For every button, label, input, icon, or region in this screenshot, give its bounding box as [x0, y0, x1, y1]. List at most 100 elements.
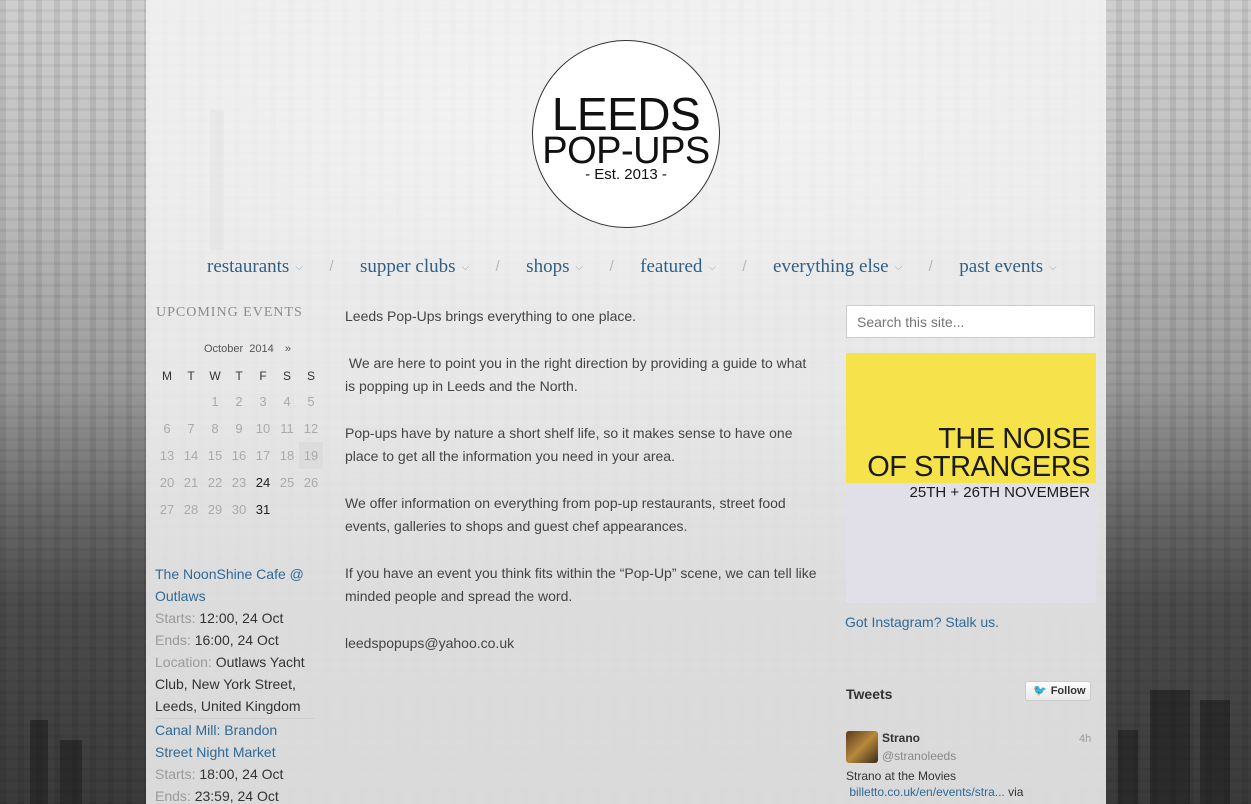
chevron-down-icon: ⌵ — [894, 262, 903, 273]
calendar-day: 25 — [279, 475, 295, 490]
follow-label: Follow — [1050, 685, 1086, 697]
nav-separator: / — [609, 258, 614, 275]
event-ends-label: Ends: — [155, 632, 191, 648]
calendar-day: 17 — [255, 448, 271, 463]
calendar-weekday: F — [259, 369, 267, 383]
avatar[interactable] — [846, 731, 878, 763]
event-item: The NoonShine Cafe @ Outlaws Starts: 12:… — [155, 563, 317, 717]
twitter-bird-icon: 🐦 — [1033, 685, 1047, 697]
tweet-author-handle[interactable]: @stranoleeds — [882, 749, 956, 763]
calendar-day: 16 — [231, 448, 247, 463]
calendar-day: 5 — [307, 394, 315, 409]
instagram-link[interactable]: Got Instagram? Stalk us. — [845, 614, 999, 630]
calendar-day: 18 — [279, 448, 295, 463]
nav-item-shops[interactable]: shops ⌵ — [526, 255, 583, 282]
upcoming-events-list: The NoonShine Cafe @ Outlaws Starts: 12:… — [155, 563, 317, 804]
nav-item-featured[interactable]: featured ⌵ — [640, 255, 716, 282]
nav-item-restaurants[interactable]: restaurants ⌵ — [207, 255, 303, 282]
chevron-down-icon: ⌵ — [575, 262, 584, 273]
intro-paragraph: We are here to point you in the right di… — [345, 355, 811, 394]
calendar-day: 27 — [159, 502, 175, 517]
tweet-link[interactable]: billetto.co.uk/en/events/stra... — [849, 785, 1004, 799]
calendar-weekday: W — [209, 369, 221, 383]
chevron-down-icon: ⌵ — [1049, 262, 1057, 273]
calendar-day — [179, 388, 203, 415]
tweet-via: via — [1004, 785, 1024, 799]
nav-separator: / — [928, 258, 933, 275]
calendar-day: 12 — [303, 421, 319, 436]
noise-of-strangers-banner[interactable]: THE NOISE OF STRANGERS 25TH + 26TH NOVEM… — [846, 353, 1096, 603]
event-location-label: Location: — [155, 654, 212, 670]
calendar-day: 2 — [235, 394, 243, 409]
banner-line-2: OF STRANGERS — [867, 451, 1090, 483]
calendar-day[interactable]: 24 — [251, 469, 275, 496]
search-input[interactable] — [846, 305, 1095, 338]
nav-separator: / — [742, 258, 747, 275]
nav-label: past events — [959, 256, 1044, 277]
calendar-next-link[interactable]: » — [285, 343, 291, 355]
calendar-day — [155, 388, 179, 415]
chevron-down-icon: ⌵ — [708, 262, 716, 273]
calendar-day: 13 — [159, 448, 175, 463]
calendar-day: 21 — [183, 475, 199, 490]
calendar-day: 8 — [211, 421, 219, 436]
banner-line-3: 25TH + 26TH NOVEMBER — [909, 484, 1090, 501]
event-title-link[interactable]: The NoonShine Cafe @ Outlaws — [155, 563, 317, 607]
intro-paragraph: Pop-ups have by nature a short shelf lif… — [345, 425, 793, 464]
calendar-day: 26 — [303, 475, 319, 490]
banner-lilac-block — [846, 483, 1096, 603]
event-starts-label: Starts: — [155, 610, 196, 626]
calendar-day: 30 — [231, 502, 247, 517]
calendar-day: 11 — [280, 421, 294, 436]
upcoming-events-title: UPCOMING EVENTS — [156, 305, 303, 320]
nav-separator: / — [495, 258, 500, 275]
calendar-weekday: S — [282, 369, 291, 383]
calendar-day — [275, 496, 299, 523]
event-item: Canal Mill: Brandon Street Night Market … — [155, 719, 317, 804]
tweet-text: Strano at the Movies billetto.co.uk/en/e… — [846, 768, 1091, 800]
intro-content: Leeds Pop-Ups brings everything to one p… — [345, 305, 820, 679]
chevron-down-icon: ⌵ — [461, 262, 470, 273]
calendar-weekday: S — [306, 369, 315, 383]
event-ends: 16:00, 24 Oct — [194, 632, 279, 648]
chevron-down-icon: ⌵ — [295, 262, 303, 273]
event-ends: 23:59, 24 Oct — [194, 788, 279, 804]
calendar-day — [299, 496, 323, 523]
twitter-follow-button[interactable]: 🐦 Follow — [1025, 681, 1091, 701]
nav-item-supper-clubs[interactable]: supper clubs ⌵ — [360, 255, 469, 282]
nav-item-past-events[interactable]: past events ⌵ — [959, 255, 1057, 282]
nav-item-everything-else[interactable]: everything else ⌵ — [773, 255, 902, 282]
event-starts: 18:00, 24 Oct — [199, 766, 284, 782]
calendar-week: 6 7 8 9 10 11 12 — [155, 415, 323, 442]
calendar-day: 6 — [163, 421, 171, 436]
tweet-timestamp[interactable]: 4h — [1079, 733, 1091, 745]
event-starts-label: Starts: — [155, 766, 196, 782]
logo-line-2: POP-UPS — [542, 130, 710, 172]
calendar-caption: October 2014 » — [204, 343, 291, 355]
calendar-week: 27 28 29 30 31 — [155, 496, 323, 523]
intro-paragraph: Leeds Pop-Ups brings everything to one p… — [345, 308, 637, 324]
calendar-weekday: T — [235, 369, 243, 383]
nav-label: everything else — [773, 256, 889, 277]
calendar-day: 23 — [231, 475, 247, 490]
nav-label: shops — [526, 256, 570, 277]
calendar-day: 1 — [211, 394, 219, 409]
banner-line-1: THE NOISE — [938, 423, 1090, 455]
intro-paragraph: We offer information on everything from … — [345, 495, 786, 534]
intro-paragraph: If you have an event you think fits with… — [345, 565, 817, 604]
tweet-author-name[interactable]: Strano — [882, 731, 920, 745]
event-starts: 12:00, 24 Oct — [199, 610, 284, 626]
calendar-day: 4 — [283, 394, 291, 409]
nav-separator: / — [329, 258, 334, 275]
calendar-week: 1 2 3 4 5 — [155, 388, 323, 415]
nav-label: supper clubs — [359, 256, 456, 277]
event-ends-label: Ends: — [155, 788, 191, 804]
calendar-day: 22 — [207, 475, 223, 490]
calendar-day: 3 — [259, 394, 267, 409]
calendar-day: 15 — [207, 448, 223, 463]
site-logo[interactable]: LEEDS POP-UPS - Est. 2013 - — [532, 40, 720, 228]
event-title-link[interactable]: Canal Mill: Brandon Street Night Market — [155, 719, 317, 763]
events-calendar: MTWTFSS 1 2 3 4 5 6 7 8 9 10 11 12 13 14 15 16 17 18 19 20 2… — [155, 364, 323, 523]
calendar-day[interactable]: 31 — [251, 496, 275, 523]
contact-email: leedspopups@yahoo.co.uk — [345, 635, 515, 651]
